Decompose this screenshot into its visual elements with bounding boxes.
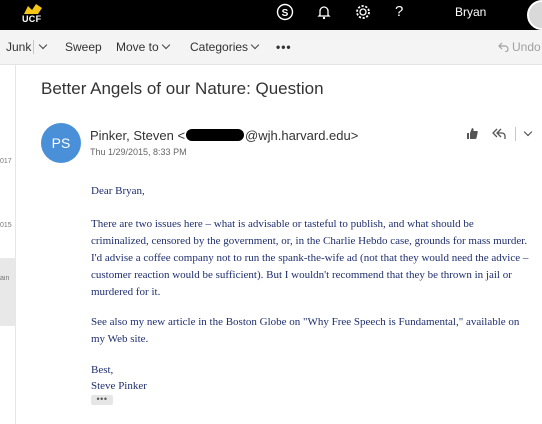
- help-icon[interactable]: ?: [395, 3, 413, 21]
- skype-icon[interactable]: S: [276, 3, 294, 21]
- body-paragraph-1: There are two issues here – what is advi…: [91, 218, 529, 298]
- folder-pane: 017 015 ain: [0, 65, 16, 424]
- message-actions: [460, 123, 540, 145]
- svg-text:S: S: [282, 8, 289, 19]
- closing: Best,: [91, 364, 114, 376]
- sender-name: Pinker, Steven <: [90, 128, 186, 143]
- command-toolbar: Junk Sweep Move to Categories ••• Undo: [0, 30, 542, 65]
- chevron-down-icon: [523, 127, 533, 137]
- ucf-logo[interactable]: UCF: [22, 2, 48, 28]
- move-to-button[interactable]: Move to: [116, 40, 170, 54]
- bell-icon[interactable]: [315, 3, 333, 21]
- more-actions-button[interactable]: •••: [276, 40, 292, 54]
- chevron-down-icon: [38, 40, 48, 50]
- reply-options-dropdown[interactable]: [518, 123, 534, 145]
- sender-address[interactable]: Pinker, Steven < @wjh.harvard.edu>: [90, 128, 358, 143]
- message-subject: Better Angels of our Nature: Question: [41, 79, 324, 98]
- logo-text: UCF: [22, 14, 42, 24]
- selected-item-highlight: [0, 258, 15, 326]
- reply-all-icon: [492, 128, 506, 139]
- undo-button[interactable]: Undo: [498, 40, 541, 54]
- list-item[interactable]: 015: [0, 222, 15, 229]
- actions-divider: [515, 127, 516, 141]
- sender-domain: @wjh.harvard.edu>: [245, 128, 359, 143]
- sender-avatar[interactable]: PS: [41, 123, 81, 163]
- signature: Steve Pinker: [91, 380, 147, 392]
- chevron-down-icon: [250, 40, 260, 50]
- thumbs-up-icon: [466, 128, 478, 139]
- junk-button[interactable]: Junk: [6, 40, 31, 54]
- reply-all-button[interactable]: [488, 123, 510, 145]
- undo-icon: [498, 42, 509, 53]
- reading-pane: Better Angels of our Nature: Question PS…: [16, 65, 542, 424]
- categories-button[interactable]: Categories: [190, 40, 260, 54]
- greeting: Dear Bryan,: [91, 185, 145, 197]
- junk-dropdown-button[interactable]: [36, 40, 48, 54]
- list-item[interactable]: ain: [0, 275, 15, 282]
- list-item[interactable]: 017: [0, 158, 15, 165]
- body-paragraph-2: See also my new article in the Boston Gl…: [91, 316, 520, 345]
- chevron-down-icon: [161, 40, 170, 50]
- like-button[interactable]: [462, 123, 482, 145]
- sent-date: Thu 1/29/2015, 8:33 PM: [90, 147, 187, 157]
- top-bar: UCF S ? Bryan: [0, 0, 542, 30]
- gear-icon[interactable]: [354, 3, 372, 21]
- show-trimmed-content-button[interactable]: •••: [91, 395, 113, 405]
- user-avatar[interactable]: [527, 0, 542, 30]
- toolbar-divider: [33, 40, 34, 54]
- redaction-mark: [186, 129, 245, 141]
- sweep-button[interactable]: Sweep: [65, 40, 102, 54]
- user-name[interactable]: Bryan: [455, 5, 486, 19]
